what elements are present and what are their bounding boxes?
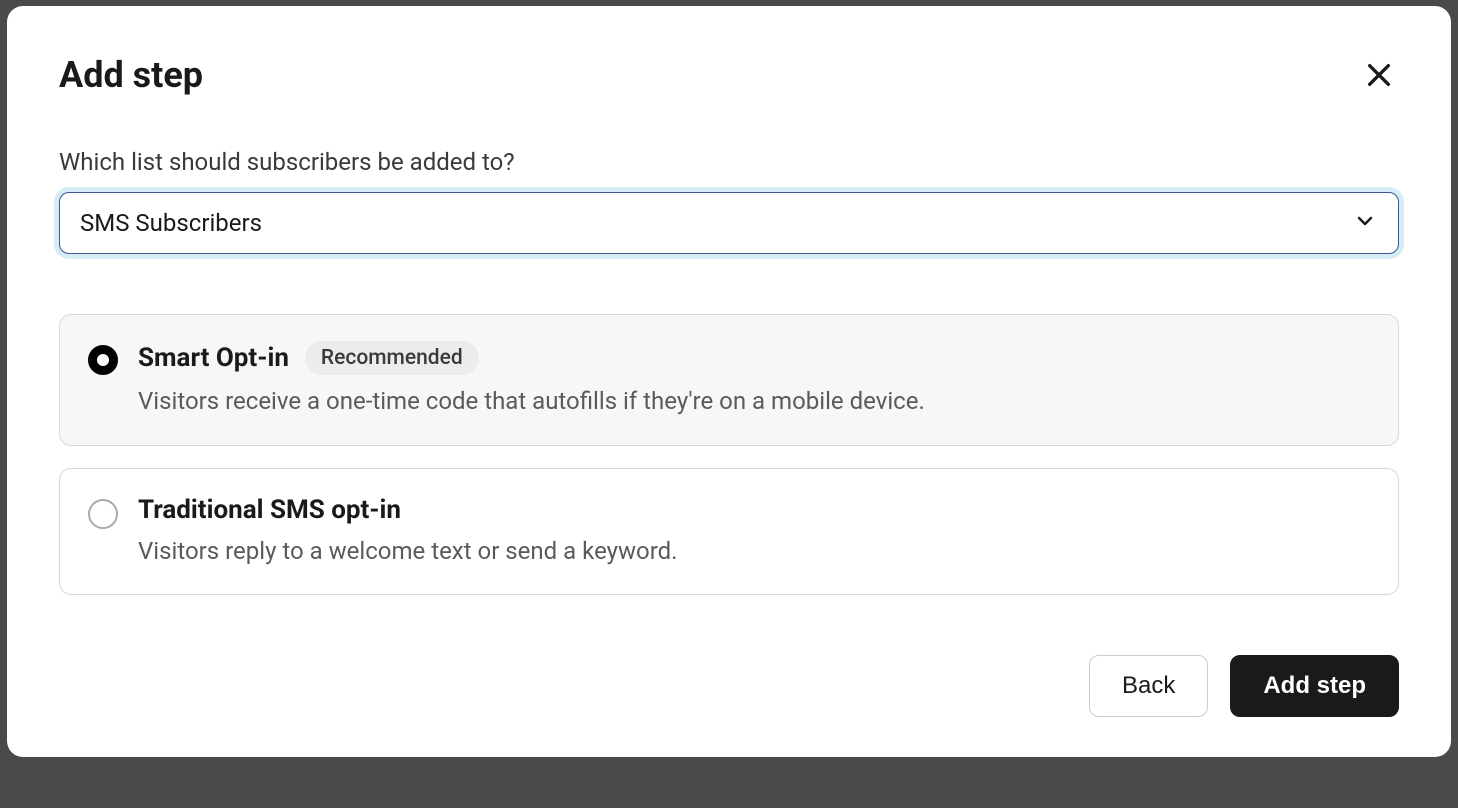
option-content: Traditional SMS opt-in Visitors reply to… <box>138 495 1370 569</box>
list-select-wrapper: SMS Subscribers <box>59 192 1399 254</box>
modal-title: Add step <box>59 54 203 96</box>
option-traditional-sms[interactable]: Traditional SMS opt-in Visitors reply to… <box>59 468 1399 596</box>
option-title: Traditional SMS opt-in <box>138 495 401 525</box>
radio-smart-opt-in[interactable] <box>88 345 118 375</box>
close-button[interactable] <box>1359 55 1399 95</box>
list-question-label: Which list should subscribers be added t… <box>59 148 1399 176</box>
add-step-modal: Add step Which list should subscribers b… <box>7 6 1451 757</box>
back-button[interactable]: Back <box>1089 655 1208 717</box>
option-title-row: Smart Opt-in Recommended <box>138 341 1370 375</box>
radio-traditional-sms[interactable] <box>88 499 118 529</box>
modal-footer: Back Add step <box>59 655 1399 717</box>
option-content: Smart Opt-in Recommended Visitors receiv… <box>138 341 1370 419</box>
recommended-badge: Recommended <box>305 341 479 375</box>
add-step-button[interactable]: Add step <box>1230 655 1399 717</box>
modal-header: Add step <box>59 54 1399 96</box>
option-smart-opt-in[interactable]: Smart Opt-in Recommended Visitors receiv… <box>59 314 1399 446</box>
list-select[interactable]: SMS Subscribers <box>59 192 1399 254</box>
option-title: Smart Opt-in <box>138 343 289 373</box>
option-description: Visitors receive a one-time code that au… <box>138 385 1370 419</box>
option-title-row: Traditional SMS opt-in <box>138 495 1370 525</box>
close-icon <box>1363 59 1395 91</box>
option-description: Visitors reply to a welcome text or send… <box>138 535 1370 569</box>
